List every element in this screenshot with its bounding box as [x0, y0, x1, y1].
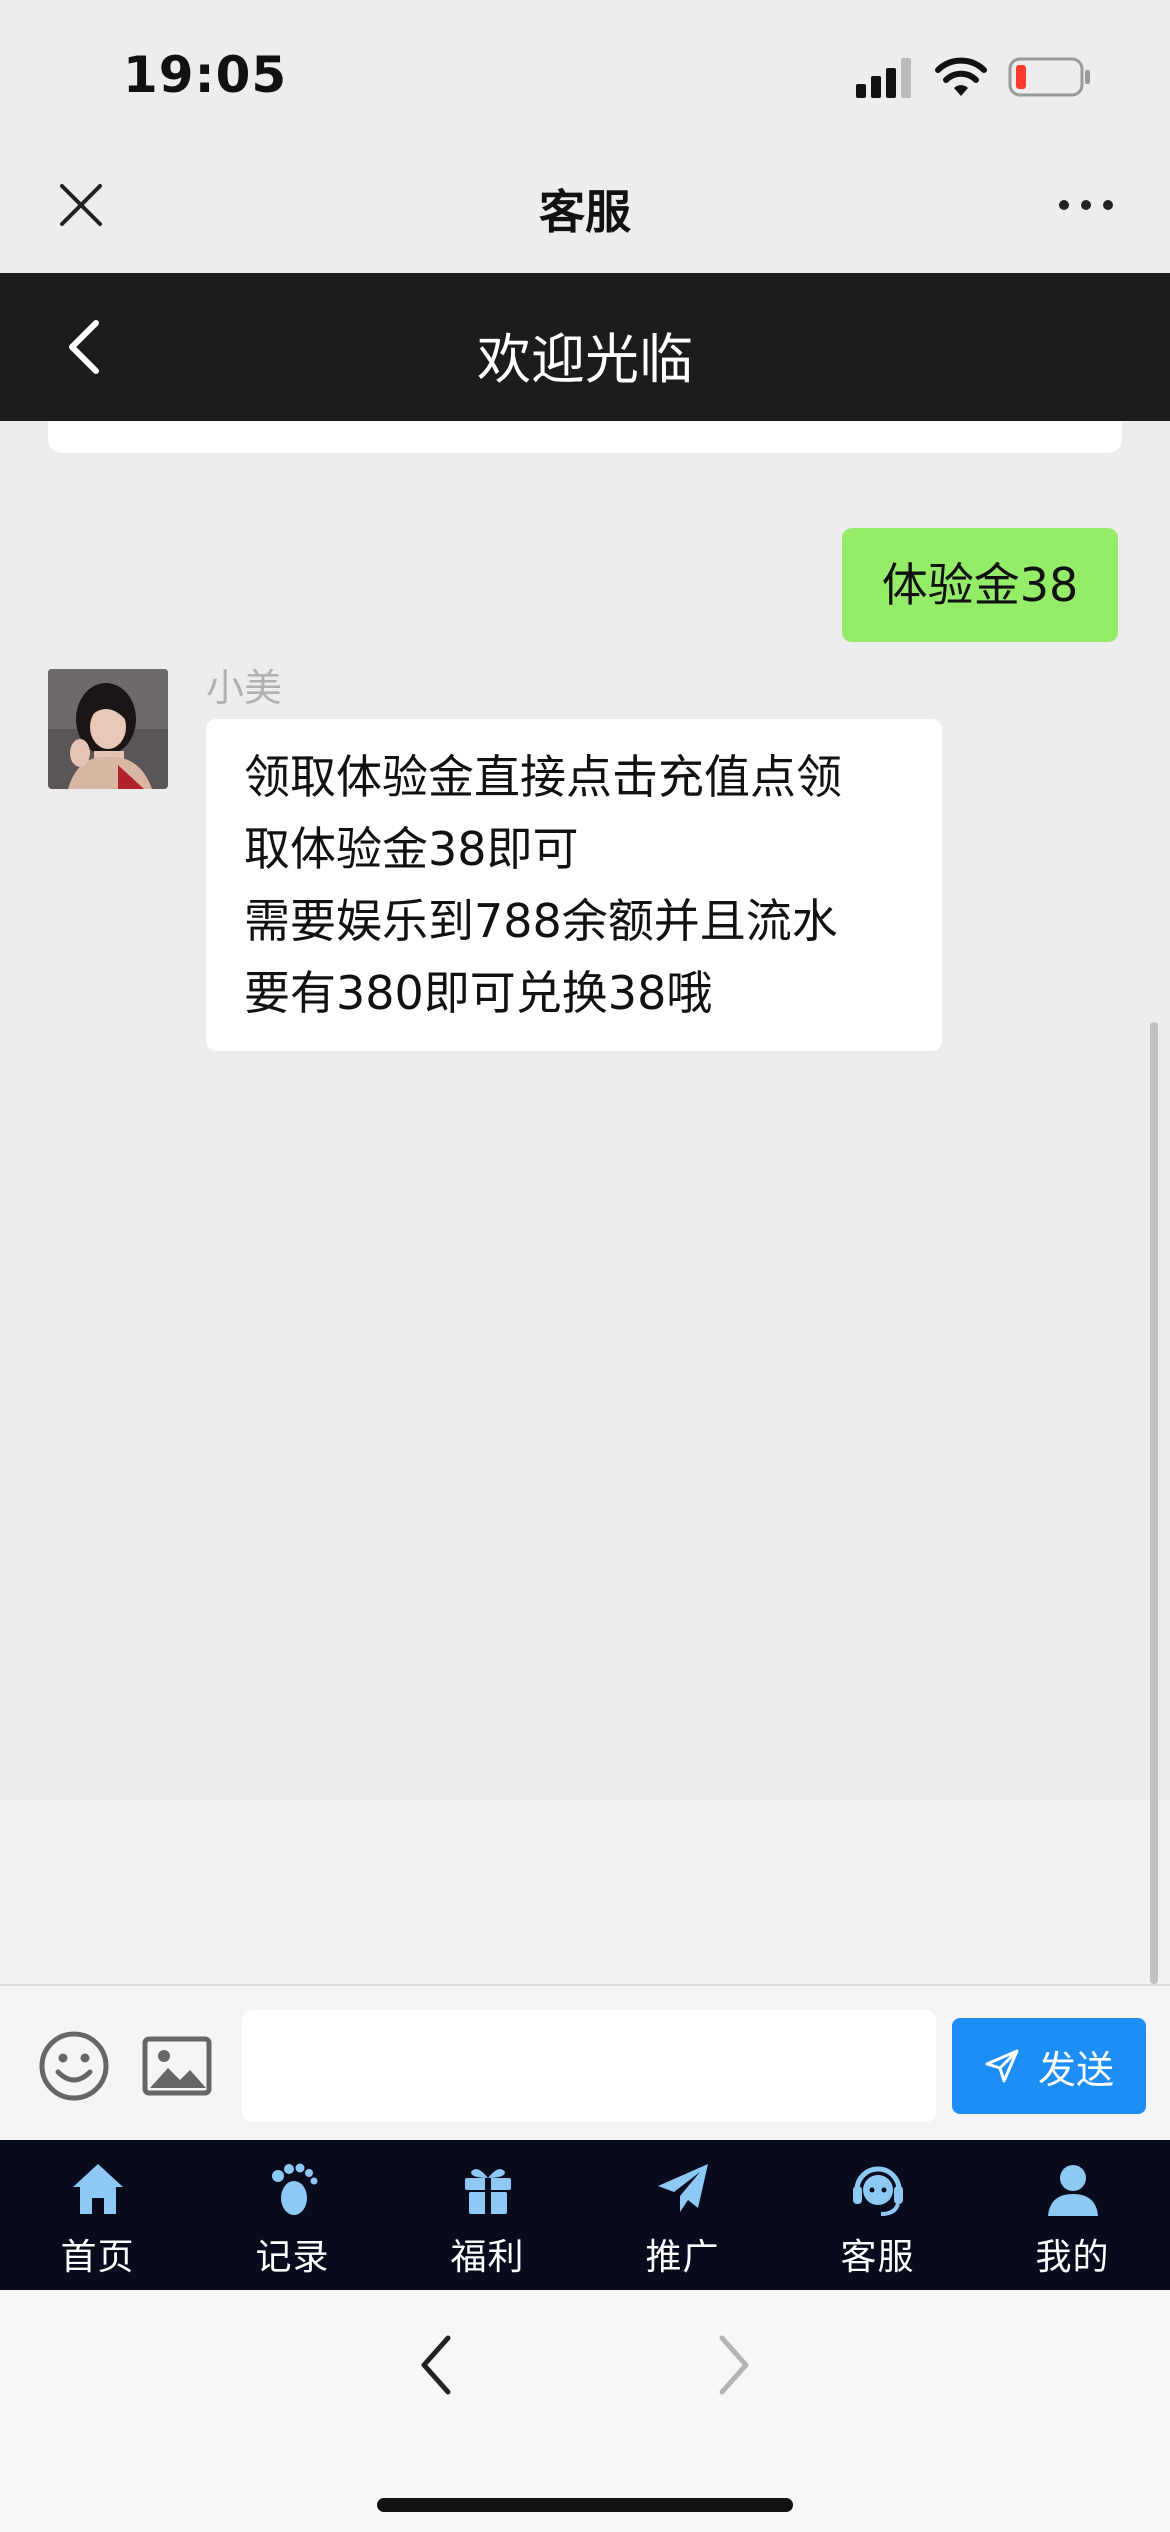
tab-label: 我的 — [1035, 2237, 1110, 2278]
tab-mine[interactable]: 我的 — [975, 2140, 1170, 2290]
send-button[interactable]: 发送 — [952, 2018, 1146, 2114]
status-time: 19:05 — [123, 46, 288, 104]
chat-scrollbar[interactable] — [1150, 1022, 1158, 1984]
miniprogram-header: 客服 — [0, 140, 1170, 273]
paper-plane-icon — [657, 2164, 708, 2212]
message-line: 取体验金38即可 — [244, 822, 579, 876]
sender-name: 小美 — [206, 666, 283, 710]
emoji-icon[interactable] — [38, 2030, 110, 2102]
outgoing-message-bubble: 体验金38 — [842, 528, 1118, 642]
miniprogram-title: 客服 — [539, 185, 631, 239]
page-nav-bar: 欢迎光临 — [0, 273, 1170, 421]
wifi-icon — [935, 57, 987, 96]
home-icon — [72, 2164, 123, 2214]
tab-label: 福利 — [450, 2237, 525, 2278]
bottom-tab-bar: 首页 记录 福利 推广 客服 我的 — [0, 2140, 1170, 2290]
message-line: 要有380即可兑换38哦 — [244, 966, 713, 1020]
image-icon[interactable] — [142, 2036, 212, 2096]
footprints-icon — [271, 2163, 317, 2215]
browser-back-icon[interactable] — [418, 2334, 454, 2396]
headset-icon — [852, 2166, 903, 2216]
avatar-photo — [48, 669, 168, 789]
tab-records[interactable]: 记录 — [195, 2140, 390, 2290]
chat-message-list[interactable]: 体验金38 小美 领取体验金直接点击充值点领 取体验金38即可 需要娱乐到788… — [0, 421, 1170, 1799]
browser-toolbar — [0, 2290, 1170, 2532]
tab-label: 首页 — [60, 2237, 135, 2278]
tab-label: 推广 — [645, 2237, 720, 2278]
gift-icon — [464, 2169, 511, 2214]
tab-promote[interactable]: 推广 — [585, 2140, 780, 2290]
message-input[interactable] — [242, 2010, 936, 2122]
tab-benefits[interactable]: 福利 — [390, 2140, 585, 2290]
send-arrow-icon — [985, 2049, 1019, 2083]
previous-message-card — [48, 421, 1122, 453]
message-line: 领取体验金直接点击充值点领 — [244, 750, 842, 804]
message-line: 需要娱乐到788余额并且流水 — [244, 894, 838, 948]
home-indicator[interactable] — [377, 2498, 793, 2512]
tab-home[interactable]: 首页 — [0, 2140, 195, 2290]
battery-icon — [1008, 57, 1090, 97]
send-button-label: 发送 — [1037, 2047, 1114, 2092]
page-title: 欢迎光临 — [477, 328, 693, 391]
more-options-icon[interactable] — [1058, 192, 1114, 218]
tab-label: 客服 — [840, 2237, 915, 2278]
chat-bottom-spacer — [0, 1800, 1170, 1984]
agent-avatar[interactable] — [48, 669, 168, 789]
message-composer: 发送 — [0, 1984, 1170, 2140]
tab-label: 记录 — [255, 2237, 330, 2278]
browser-forward-icon[interactable] — [716, 2334, 752, 2396]
status-bar: 19:05 — [0, 0, 1170, 140]
tab-service[interactable]: 客服 — [780, 2140, 975, 2290]
cellular-signal-icon — [856, 58, 911, 98]
user-icon — [1047, 2165, 1098, 2216]
incoming-message-bubble: 领取体验金直接点击充值点领 取体验金38即可 需要娱乐到788余额并且流水 要有… — [206, 719, 942, 1051]
